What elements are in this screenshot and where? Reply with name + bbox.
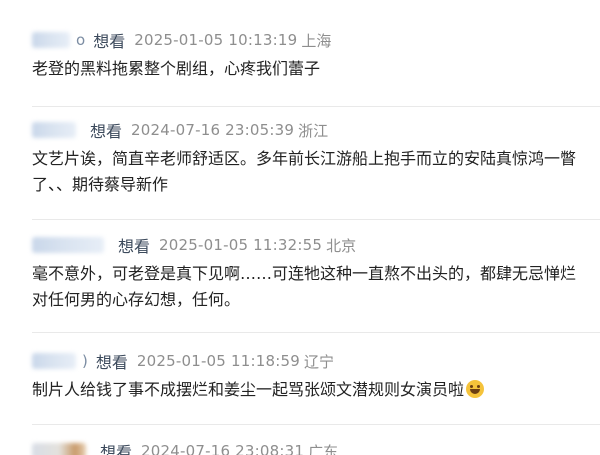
comment-line: 对任何男的心存幻想，任何。 (32, 290, 241, 309)
rating-label: 想看 (100, 443, 133, 455)
comment-timestamp: 2024-07-16 23:08:31 (141, 442, 305, 455)
ip-location: 北京 (326, 236, 357, 255)
divider (32, 424, 600, 425)
username-blurred[interactable] (32, 122, 76, 138)
rating-label: 想看 (95, 353, 128, 372)
comment-line: 毫不意外，可老登是真下见啊……可连牠这种一直熬不出头的，都肆无忌惮烂 (32, 264, 577, 283)
username-blurred[interactable] (32, 237, 104, 253)
comment-line: 老登的黑料拖累整个剧组，心疼我们蕾子 (32, 59, 321, 78)
comment-text: 毫不意外，可老登是真下见啊……可连牠这种一直熬不出头的，都肆无忌惮烂 对任何男的… (32, 261, 576, 313)
comment-meta: 想看 2025-01-05 11:32:55 北京 (32, 234, 356, 256)
comment-list: o 想看 2025-01-05 10:13:19 上海 老登的黑料拖累整个剧组，… (0, 0, 600, 455)
rating-label: 想看 (90, 122, 123, 141)
username-tail: ) (82, 352, 88, 370)
comment-timestamp: 2025-01-05 11:32:55 (159, 236, 323, 254)
comment-meta: o 想看 2025-01-05 10:13:19 上海 (32, 29, 331, 51)
comment-line: 文艺片诶，简直辛老师舒适区。多年前长江游船上抱手而立的安陆真惊鸿一瞥 (32, 149, 577, 168)
comment-timestamp: 2025-01-05 11:18:59 (136, 352, 300, 370)
comment-meta: ) 想看 2025-01-05 11:18:59 辽宁 (32, 350, 334, 372)
comment-line-text: 制片人给钱了事不成摆烂和姜尘一起骂张颂文潜规则女演员啦 (32, 380, 465, 399)
divider (32, 219, 600, 220)
divider (32, 332, 600, 333)
comment-line: 制片人给钱了事不成摆烂和姜尘一起骂张颂文潜规则女演员啦 (32, 377, 485, 403)
ip-location: 辽宁 (303, 352, 334, 371)
comment-timestamp: 2024-07-16 23:05:39 (131, 121, 295, 139)
comment-timestamp: 2025-01-05 10:13:19 (134, 31, 298, 49)
username-blurred[interactable] (32, 32, 70, 48)
comment-meta: 想看 2024-07-16 23:05:39 浙江 (32, 119, 328, 141)
grinning-sweat-emoji-icon (466, 380, 485, 398)
username-blurred[interactable] (32, 353, 76, 369)
comment-text: 文艺片诶，简直辛老师舒适区。多年前长江游船上抱手而立的安陆真惊鸿一瞥 了、、期待… (32, 146, 576, 198)
comment-line: 了、、期待蔡导新作 (32, 175, 169, 194)
comment-text: 制片人给钱了事不成摆烂和姜尘一起骂张颂文潜规则女演员啦 (32, 377, 485, 403)
rating-label: 想看 (118, 237, 151, 256)
divider (32, 106, 600, 107)
comment-meta: 想看 2024-07-16 23:08:31 广东 (32, 440, 338, 455)
username-blurred[interactable] (32, 443, 86, 455)
rating-label: 想看 (93, 32, 126, 51)
ip-location: 浙江 (298, 121, 329, 140)
ip-location: 上海 (301, 31, 332, 50)
comment-text: 老登的黑料拖累整个剧组，心疼我们蕾子 (32, 56, 320, 82)
ip-location: 广东 (308, 442, 339, 455)
username-tail: o (76, 31, 86, 49)
